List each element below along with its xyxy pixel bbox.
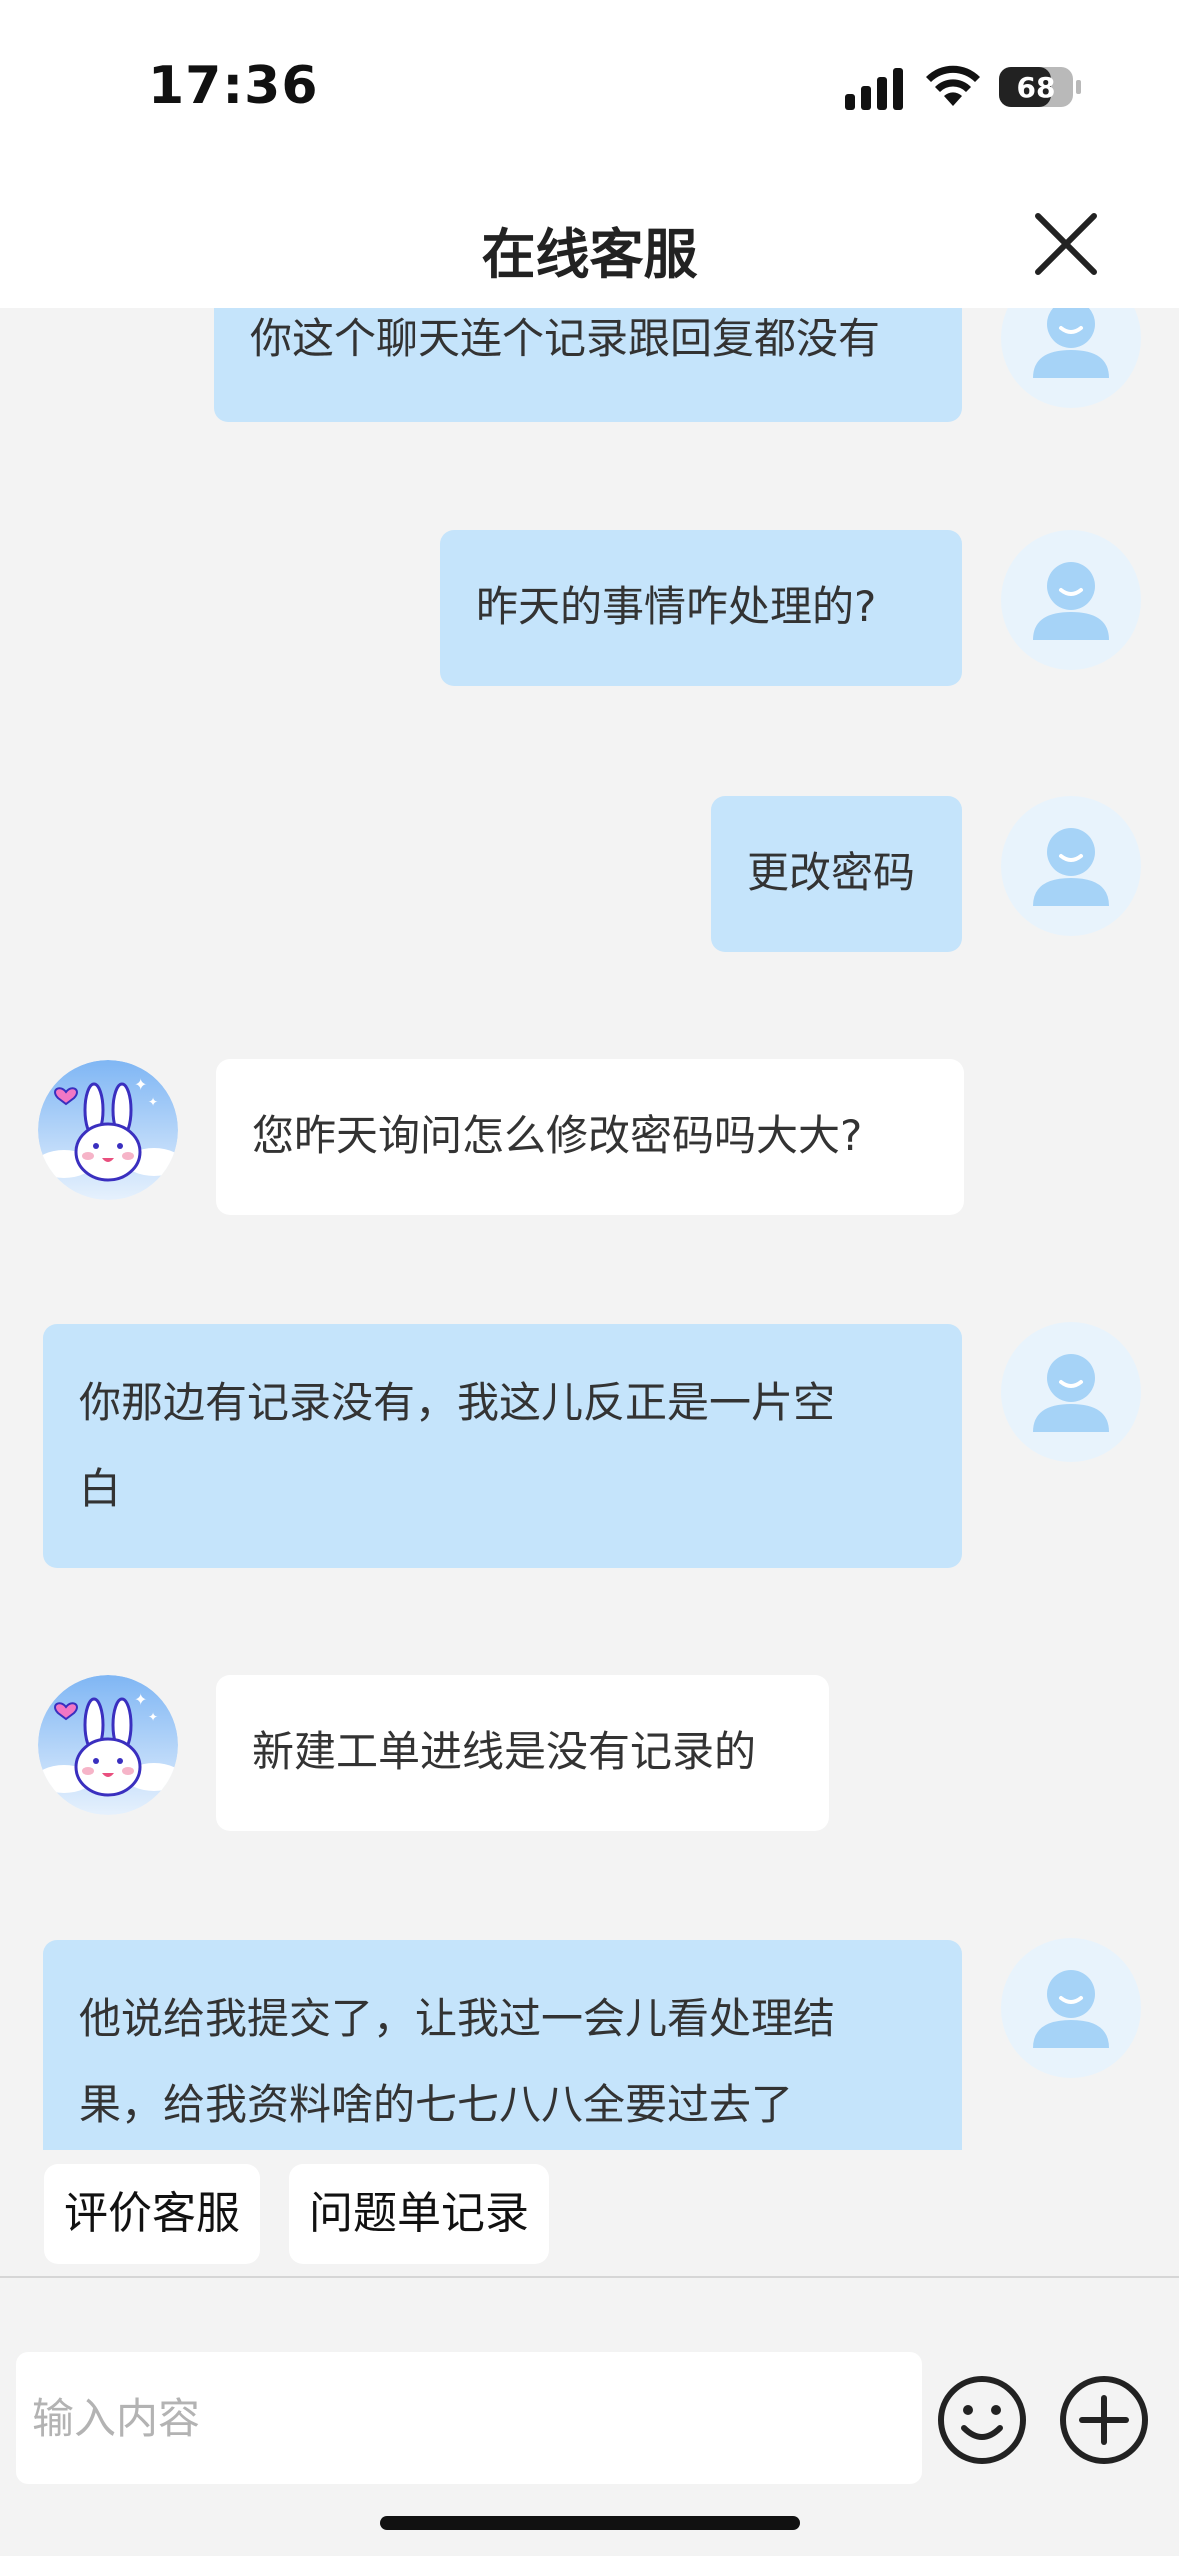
message-input[interactable]	[16, 2352, 922, 2484]
cellular-signal-icon	[845, 68, 903, 110]
user-avatar	[1001, 1322, 1141, 1462]
user-avatar-icon	[1033, 1970, 1109, 2048]
user-message-bubble: 昨天的事情咋处理的?	[440, 530, 962, 686]
ticket-records-button[interactable]: 问题单记录	[289, 2164, 549, 2264]
user-avatar-icon	[1033, 828, 1109, 906]
message-text-line: 果，给我资料啥的七七八八全要过去了	[79, 2080, 794, 2129]
agent-avatar: ✦ ✦	[38, 1675, 178, 1815]
user-message-bubble: 他说给我提交了，让我过一会儿看处理结 果，给我资料啥的七七八八全要过去了	[43, 1940, 962, 2150]
message-text: 更改密码	[747, 848, 916, 897]
message-text: 新建工单进线是没有记录的	[252, 1727, 757, 1776]
bunny-avatar-icon: ✦ ✦	[38, 1060, 178, 1200]
status-time: 17:36	[148, 56, 319, 116]
quick-actions-bar: 评价客服 问题单记录	[0, 2150, 1179, 2275]
message-text: 昨天的事情咋处理的?	[476, 582, 877, 631]
battery-level: 68	[1017, 71, 1056, 104]
user-message-bubble: 你那边有记录没有，我这儿反正是一片空 白	[43, 1324, 962, 1568]
input-bar	[0, 2276, 1179, 2556]
user-avatar	[1001, 530, 1141, 670]
emoji-icon[interactable]	[936, 2374, 1028, 2466]
home-indicator	[380, 2516, 800, 2530]
chat-history[interactable]: 你这个聊天连个记录跟回复都没有 昨天的事情咋处理的? 更改密码 ✦ ✦ 您昨天询…	[0, 308, 1179, 2150]
plus-circle-icon[interactable]	[1058, 2374, 1150, 2466]
rate-service-button[interactable]: 评价客服	[44, 2164, 260, 2264]
user-avatar-icon	[1033, 308, 1109, 378]
message-text-line: 白	[79, 1464, 122, 1513]
svg-text:✦: ✦	[134, 1075, 147, 1094]
battery-icon: 68	[999, 67, 1081, 107]
close-button[interactable]	[1030, 208, 1102, 280]
user-message-bubble: 更改密码	[711, 796, 962, 952]
svg-text:✦: ✦	[148, 1710, 158, 1724]
agent-message-bubble: 您昨天询问怎么修改密码吗大大?	[216, 1059, 964, 1215]
user-avatar-icon	[1033, 562, 1109, 640]
svg-text:✦: ✦	[148, 1095, 158, 1109]
svg-text:✦: ✦	[134, 1690, 147, 1709]
status-bar: 17:36 68	[0, 0, 1179, 180]
agent-avatar: ✦ ✦	[38, 1060, 178, 1200]
message-text-line: 他说给我提交了，让我过一会儿看处理结	[79, 1994, 836, 2043]
user-avatar	[1001, 308, 1141, 408]
user-avatar	[1001, 1938, 1141, 2078]
message-text-line: 你那边有记录没有，我这儿反正是一片空	[79, 1378, 836, 1427]
user-avatar	[1001, 796, 1141, 936]
agent-message-bubble: 新建工单进线是没有记录的	[216, 1675, 829, 1831]
page-title: 在线客服	[481, 223, 698, 286]
user-message-bubble: 你这个聊天连个记录跟回复都没有	[214, 308, 962, 422]
wifi-icon	[926, 65, 980, 106]
nav-bar: 在线客服	[0, 180, 1179, 308]
message-text: 你这个聊天连个记录跟回复都没有	[250, 314, 881, 363]
message-text: 您昨天询问怎么修改密码吗大大?	[252, 1111, 863, 1160]
bunny-avatar-icon: ✦ ✦	[38, 1675, 178, 1815]
user-avatar-icon	[1033, 1354, 1109, 1432]
